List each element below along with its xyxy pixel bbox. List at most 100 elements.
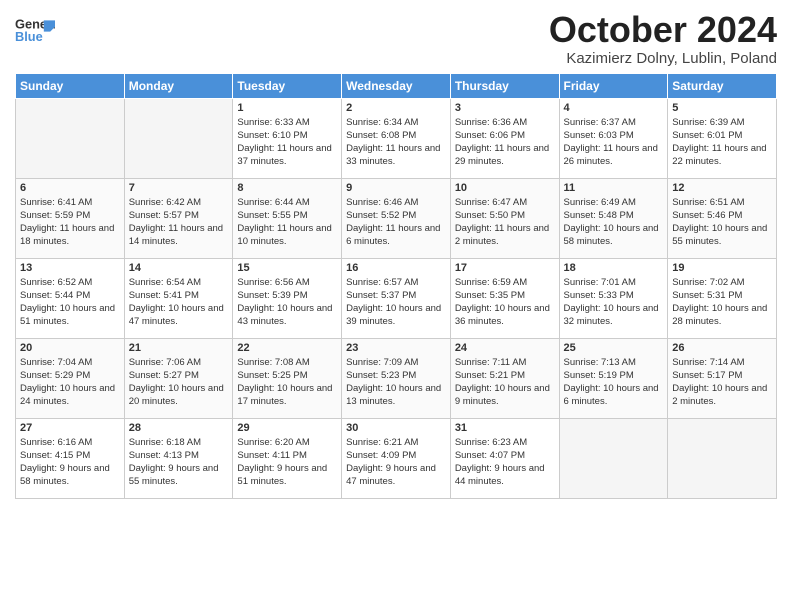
calendar-day-cell: 20 Sunrise: 7:04 AM Sunset: 5:29 PM Dayli… [16, 338, 125, 418]
day-info: Sunrise: 6:16 AM Sunset: 4:15 PM Dayligh… [20, 436, 120, 489]
day-number: 13 [20, 262, 120, 274]
calendar-day-cell: 7 Sunrise: 6:42 AM Sunset: 5:57 PM Daylig… [124, 178, 233, 258]
location-subtitle: Kazimierz Dolny, Lublin, Poland [549, 50, 777, 67]
day-number: 5 [672, 102, 772, 114]
day-info: Sunrise: 6:37 AM Sunset: 6:03 PM Dayligh… [564, 116, 664, 169]
svg-text:Blue: Blue [15, 29, 43, 44]
calendar-day-cell: 6 Sunrise: 6:41 AM Sunset: 5:59 PM Daylig… [16, 178, 125, 258]
day-number: 4 [564, 102, 664, 114]
day-info: Sunrise: 6:20 AM Sunset: 4:11 PM Dayligh… [237, 436, 337, 489]
day-of-week-header: Sunday [16, 73, 125, 98]
calendar-table: SundayMondayTuesdayWednesdayThursdayFrid… [15, 73, 777, 499]
calendar-day-cell: 9Sunrise: 6:46 AM Sunset: 5:52 PM Daylig… [342, 178, 451, 258]
calendar-day-cell: 4 Sunrise: 6:37 AM Sunset: 6:03 PM Daylig… [559, 98, 668, 178]
day-number: 16 [346, 262, 446, 274]
day-info: Sunrise: 6:41 AM Sunset: 5:59 PM Dayligh… [20, 196, 120, 249]
logo-icon: General Blue [15, 10, 55, 50]
calendar-day-cell: 1Sunrise: 6:33 AM Sunset: 6:10 PM Daylig… [233, 98, 342, 178]
day-number: 10 [455, 182, 555, 194]
title-area: October 2024 Kazimierz Dolny, Lublin, Po… [549, 10, 777, 67]
day-number: 3 [455, 102, 555, 114]
day-number: 20 [20, 342, 120, 354]
calendar-day-cell: 15Sunrise: 6:56 AM Sunset: 5:39 PM Dayli… [233, 258, 342, 338]
day-info: Sunrise: 7:02 AM Sunset: 5:31 PM Dayligh… [672, 276, 772, 329]
day-number: 7 [129, 182, 229, 194]
calendar-day-cell: 30Sunrise: 6:21 AM Sunset: 4:09 PM Dayli… [342, 418, 451, 498]
calendar-day-cell [124, 98, 233, 178]
calendar-day-cell: 8Sunrise: 6:44 AM Sunset: 5:55 PM Daylig… [233, 178, 342, 258]
day-number: 24 [455, 342, 555, 354]
calendar-day-cell: 14 Sunrise: 6:54 AM Sunset: 5:41 PM Dayli… [124, 258, 233, 338]
day-info: Sunrise: 6:39 AM Sunset: 6:01 PM Dayligh… [672, 116, 772, 169]
calendar-header-row: SundayMondayTuesdayWednesdayThursdayFrid… [16, 73, 777, 98]
calendar-week-row: 1Sunrise: 6:33 AM Sunset: 6:10 PM Daylig… [16, 98, 777, 178]
day-info: Sunrise: 7:14 AM Sunset: 5:17 PM Dayligh… [672, 356, 772, 409]
calendar-day-cell [16, 98, 125, 178]
day-info: Sunrise: 7:01 AM Sunset: 5:33 PM Dayligh… [564, 276, 664, 329]
day-info: Sunrise: 7:04 AM Sunset: 5:29 PM Dayligh… [20, 356, 120, 409]
day-info: Sunrise: 7:11 AM Sunset: 5:21 PM Dayligh… [455, 356, 555, 409]
calendar-day-cell: 27 Sunrise: 6:16 AM Sunset: 4:15 PM Dayli… [16, 418, 125, 498]
calendar-day-cell: 28Sunrise: 6:18 AM Sunset: 4:13 PM Dayli… [124, 418, 233, 498]
day-info: Sunrise: 6:57 AM Sunset: 5:37 PM Dayligh… [346, 276, 446, 329]
calendar-day-cell: 12 Sunrise: 6:51 AM Sunset: 5:46 PM Dayli… [668, 178, 777, 258]
calendar-body: 1Sunrise: 6:33 AM Sunset: 6:10 PM Daylig… [16, 98, 777, 498]
day-number: 19 [672, 262, 772, 274]
calendar-week-row: 13 Sunrise: 6:52 AM Sunset: 5:44 PM Dayli… [16, 258, 777, 338]
day-number: 12 [672, 182, 772, 194]
calendar-day-cell: 19 Sunrise: 7:02 AM Sunset: 5:31 PM Dayli… [668, 258, 777, 338]
calendar-day-cell: 16 Sunrise: 6:57 AM Sunset: 5:37 PM Dayli… [342, 258, 451, 338]
calendar-day-cell: 29 Sunrise: 6:20 AM Sunset: 4:11 PM Dayli… [233, 418, 342, 498]
day-of-week-header: Monday [124, 73, 233, 98]
logo: General Blue [15, 10, 55, 50]
day-info: Sunrise: 7:06 AM Sunset: 5:27 PM Dayligh… [129, 356, 229, 409]
day-number: 31 [455, 422, 555, 434]
calendar-day-cell: 13 Sunrise: 6:52 AM Sunset: 5:44 PM Dayli… [16, 258, 125, 338]
day-info: Sunrise: 6:54 AM Sunset: 5:41 PM Dayligh… [129, 276, 229, 329]
day-number: 22 [237, 342, 337, 354]
day-info: Sunrise: 7:13 AM Sunset: 5:19 PM Dayligh… [564, 356, 664, 409]
day-number: 28 [129, 422, 229, 434]
day-number: 8 [237, 182, 337, 194]
calendar-day-cell: 25 Sunrise: 7:13 AM Sunset: 5:19 PM Dayli… [559, 338, 668, 418]
page-header: General Blue October 2024 Kazimierz Doln… [15, 10, 777, 67]
day-number: 1 [237, 102, 337, 114]
calendar-week-row: 6 Sunrise: 6:41 AM Sunset: 5:59 PM Daylig… [16, 178, 777, 258]
day-number: 2 [346, 102, 446, 114]
day-number: 27 [20, 422, 120, 434]
day-number: 17 [455, 262, 555, 274]
day-info: Sunrise: 6:23 AM Sunset: 4:07 PM Dayligh… [455, 436, 555, 489]
day-of-week-header: Thursday [450, 73, 559, 98]
day-number: 25 [564, 342, 664, 354]
day-of-week-header: Saturday [668, 73, 777, 98]
day-info: Sunrise: 6:42 AM Sunset: 5:57 PM Dayligh… [129, 196, 229, 249]
calendar-day-cell: 2 Sunrise: 6:34 AM Sunset: 6:08 PM Daylig… [342, 98, 451, 178]
day-number: 15 [237, 262, 337, 274]
day-of-week-header: Friday [559, 73, 668, 98]
calendar-day-cell: 31 Sunrise: 6:23 AM Sunset: 4:07 PM Dayli… [450, 418, 559, 498]
day-info: Sunrise: 6:51 AM Sunset: 5:46 PM Dayligh… [672, 196, 772, 249]
calendar-day-cell: 22 Sunrise: 7:08 AM Sunset: 5:25 PM Dayli… [233, 338, 342, 418]
day-info: Sunrise: 6:34 AM Sunset: 6:08 PM Dayligh… [346, 116, 446, 169]
day-number: 29 [237, 422, 337, 434]
calendar-week-row: 27 Sunrise: 6:16 AM Sunset: 4:15 PM Dayli… [16, 418, 777, 498]
day-info: Sunrise: 7:08 AM Sunset: 5:25 PM Dayligh… [237, 356, 337, 409]
day-info: Sunrise: 6:59 AM Sunset: 5:35 PM Dayligh… [455, 276, 555, 329]
calendar-day-cell: 3 Sunrise: 6:36 AM Sunset: 6:06 PM Daylig… [450, 98, 559, 178]
day-number: 21 [129, 342, 229, 354]
calendar-day-cell: 10Sunrise: 6:47 AM Sunset: 5:50 PM Dayli… [450, 178, 559, 258]
day-number: 11 [564, 182, 664, 194]
day-number: 14 [129, 262, 229, 274]
calendar-day-cell: 23Sunrise: 7:09 AM Sunset: 5:23 PM Dayli… [342, 338, 451, 418]
day-number: 18 [564, 262, 664, 274]
day-info: Sunrise: 6:52 AM Sunset: 5:44 PM Dayligh… [20, 276, 120, 329]
calendar-day-cell: 18 Sunrise: 7:01 AM Sunset: 5:33 PM Dayli… [559, 258, 668, 338]
calendar-day-cell [559, 418, 668, 498]
day-number: 6 [20, 182, 120, 194]
calendar-day-cell: 21 Sunrise: 7:06 AM Sunset: 5:27 PM Dayli… [124, 338, 233, 418]
day-info: Sunrise: 6:36 AM Sunset: 6:06 PM Dayligh… [455, 116, 555, 169]
day-info: Sunrise: 6:46 AM Sunset: 5:52 PM Dayligh… [346, 196, 446, 249]
calendar-week-row: 20 Sunrise: 7:04 AM Sunset: 5:29 PM Dayli… [16, 338, 777, 418]
day-of-week-header: Tuesday [233, 73, 342, 98]
day-number: 23 [346, 342, 446, 354]
